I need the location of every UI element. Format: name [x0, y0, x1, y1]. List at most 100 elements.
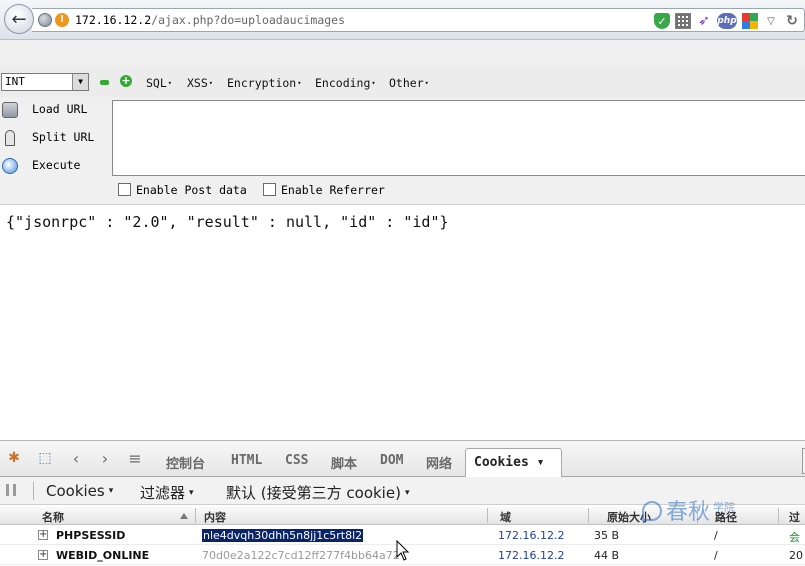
- filter-menu-label: 过滤器: [140, 484, 186, 502]
- command-line-icon[interactable]: ≡: [126, 449, 144, 468]
- cookie-value[interactable]: nle4dvqh30dhh5n8jj1c5rt8l2: [202, 529, 364, 542]
- json-response: {"jsonrpc" : "2.0", "result" : null, "id…: [6, 213, 449, 231]
- shield-icon[interactable]: ✓: [654, 13, 670, 29]
- select-arrow-icon[interactable]: ▼: [72, 74, 88, 90]
- url-host: 172.16.12.2: [75, 13, 152, 27]
- menu-xss-label: XSS: [187, 76, 208, 90]
- php-icon[interactable]: php: [717, 13, 737, 29]
- tab-net[interactable]: 网络: [426, 453, 452, 472]
- chevron-right-icon[interactable]: ›: [96, 449, 114, 468]
- cookies-menu[interactable]: Cookies ▾: [46, 482, 113, 500]
- page-content: {"jsonrpc" : "2.0", "result" : null, "id…: [0, 204, 805, 440]
- url-text[interactable]: 172.16.12.2/ajax.php?do=uploadaucimages: [75, 13, 345, 27]
- menu-xss[interactable]: XSS▾: [187, 76, 213, 90]
- tab-console[interactable]: 控制台: [166, 453, 205, 472]
- dropdown-arrow-icon[interactable]: ▽: [763, 13, 779, 29]
- split-url-label: Split URL: [32, 130, 95, 144]
- mouse-cursor-icon: [396, 540, 410, 561]
- split-url-button[interactable]: Split URL: [0, 127, 110, 149]
- firebug-toolbar: ✱ ⬚ ‹ › ≡ 控制台 HTML CSS 脚本 DOM 网络 Cookies…: [0, 441, 805, 478]
- watermark-logo-icon: [642, 501, 662, 521]
- execute-button[interactable]: Execute: [0, 155, 110, 177]
- refresh-icon[interactable]: ↻: [784, 13, 800, 29]
- pause-icon[interactable]: [6, 484, 16, 496]
- default-policy-label: 默认 (接受第三方 cookie): [226, 484, 401, 502]
- column-divider: [487, 508, 488, 523]
- url-path: /ajax.php?do=uploadaucimages: [151, 13, 346, 27]
- feather-icon[interactable]: ➶: [696, 13, 712, 29]
- column-divider: [195, 508, 196, 523]
- column-domain[interactable]: 域: [500, 509, 511, 525]
- url-textarea[interactable]: [112, 100, 805, 176]
- cookie-size: 44 B: [594, 549, 620, 562]
- menu-other[interactable]: Other▾: [389, 76, 429, 90]
- caret-icon: ▾: [297, 79, 302, 87]
- back-button[interactable]: ←: [4, 4, 34, 34]
- menu-sql-label: SQL: [146, 76, 167, 90]
- filter-menu[interactable]: 过滤器 ▾: [140, 482, 194, 503]
- tab-html[interactable]: HTML: [231, 453, 262, 468]
- cookie-value[interactable]: 70d0e2a122c7cd12ff277f4bb64a72: [202, 549, 400, 562]
- load-url-icon: [2, 102, 18, 118]
- split-url-icon: [5, 130, 15, 146]
- enable-referrer-checkbox[interactable]: Enable Referrer: [263, 183, 385, 197]
- menu-encryption[interactable]: Encryption▾: [227, 76, 301, 90]
- selected-value[interactable]: nle4dvqh30dhh5n8jj1c5rt8l2: [202, 529, 364, 542]
- cookie-extra: 20: [789, 549, 803, 562]
- int-select[interactable]: INT ▼: [1, 73, 89, 91]
- colorblock-icon[interactable]: [742, 13, 758, 29]
- chevron-left-icon[interactable]: ‹: [67, 449, 85, 468]
- cookie-path: /: [714, 549, 718, 562]
- expand-plus-icon[interactable]: +: [38, 530, 48, 540]
- enable-post-checkbox[interactable]: Enable Post data: [118, 183, 247, 197]
- execute-label: Execute: [32, 158, 81, 172]
- column-http[interactable]: 过: [789, 509, 800, 525]
- tab-script[interactable]: 脚本: [331, 453, 357, 472]
- firebug-bug-icon[interactable]: ✱: [5, 449, 23, 467]
- checkbox-icon[interactable]: [263, 183, 276, 196]
- execute-icon: [2, 158, 18, 174]
- increase-icon[interactable]: +: [120, 75, 132, 87]
- site-warning-icon[interactable]: !: [55, 13, 69, 27]
- toolbar-divider: [33, 482, 34, 500]
- cookie-name: PHPSESSID: [56, 529, 126, 542]
- tab-cookies[interactable]: Cookies ▾: [465, 448, 562, 478]
- browser-nav-bar: ! 172.16.12.2/ajax.php?do=uploadaucimage…: [0, 0, 805, 40]
- watermark-text: 春秋: [666, 500, 711, 525]
- caret-icon: ▾: [424, 79, 429, 87]
- checkbox-icon[interactable]: [118, 183, 131, 196]
- cookie-name: WEBID_ONLINE: [56, 549, 150, 562]
- column-divider: [778, 508, 779, 523]
- caret-icon: ▾: [167, 79, 172, 87]
- decrease-icon[interactable]: [100, 80, 109, 85]
- address-bar[interactable]: ! 172.16.12.2/ajax.php?do=uploadaucimage…: [32, 8, 805, 32]
- default-policy-menu[interactable]: 默认 (接受第三方 cookie) ▾: [226, 482, 409, 503]
- cookie-extra: 会: [789, 531, 800, 544]
- cookie-size: 35 B: [594, 529, 620, 542]
- tab-css[interactable]: CSS: [285, 453, 308, 468]
- hackbar-panel: INT ▼ + SQL▾ XSS▾ Encryption▾ Encoding▾ …: [0, 40, 805, 204]
- load-url-label: Load URL: [32, 102, 88, 116]
- menu-encoding[interactable]: Encoding▾: [315, 76, 376, 90]
- column-content[interactable]: 内容: [204, 509, 226, 525]
- enable-referrer-label: Enable Referrer: [281, 183, 385, 197]
- qr-code-icon[interactable]: [675, 13, 691, 29]
- column-name[interactable]: 名称: [42, 509, 64, 525]
- back-arrow-icon: ←: [11, 8, 27, 30]
- tab-dom[interactable]: DOM: [380, 453, 403, 468]
- int-select-value: INT: [5, 75, 25, 88]
- watermark: 春秋 学院: [642, 494, 735, 526]
- caret-icon: ▾: [189, 488, 194, 498]
- expand-plus-icon[interactable]: +: [38, 550, 48, 560]
- menu-sql[interactable]: SQL▾: [146, 76, 172, 90]
- sort-ascending-icon[interactable]: [180, 513, 188, 519]
- caret-icon: ▾: [208, 79, 213, 87]
- load-url-button[interactable]: Load URL: [0, 99, 110, 121]
- caret-icon: ▾: [404, 488, 410, 498]
- inspect-icon[interactable]: ⬚: [36, 449, 54, 467]
- caret-icon: ▾: [371, 79, 376, 87]
- globe-icon: [38, 13, 52, 27]
- enable-post-label: Enable Post data: [136, 183, 247, 197]
- caret-icon: ▾: [108, 486, 114, 496]
- menu-other-label: Other: [389, 76, 424, 90]
